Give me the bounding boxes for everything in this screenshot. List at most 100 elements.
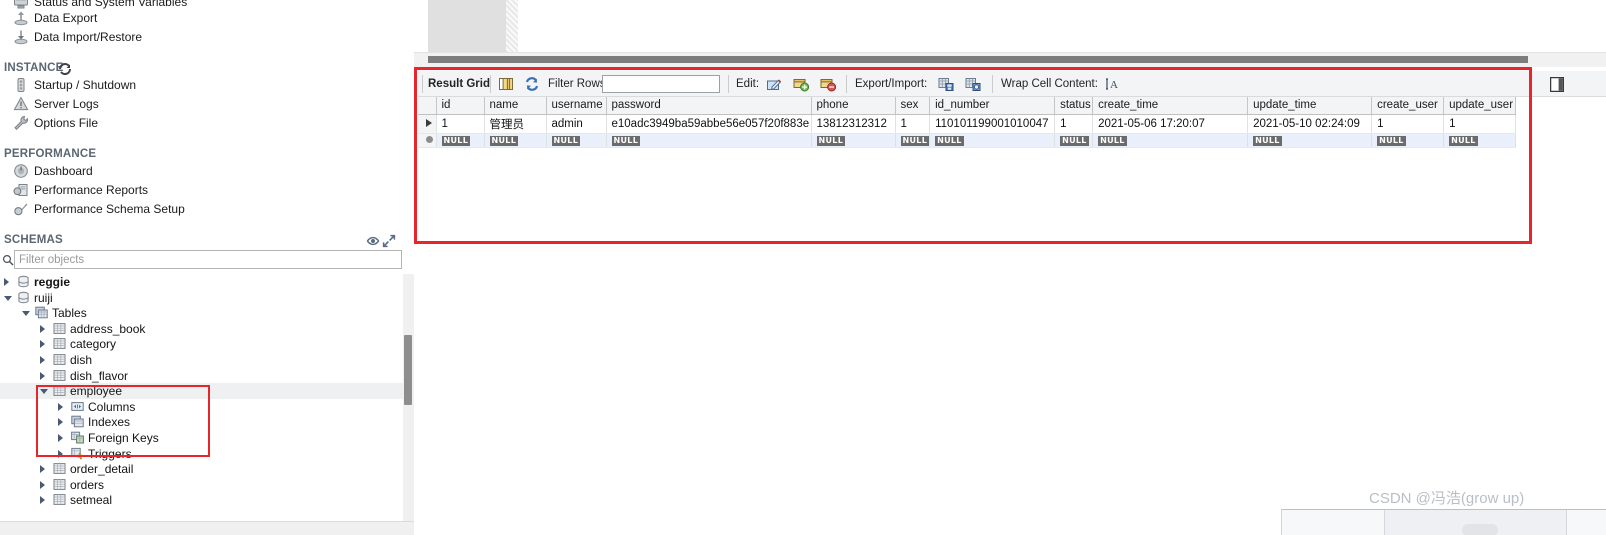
new-cell-phone[interactable]: NULL	[811, 133, 896, 148]
tree-item-setmeal[interactable]: setmeal	[0, 492, 403, 508]
column-header-create_user[interactable]: create_user	[1371, 97, 1445, 115]
chevron-right-icon[interactable]	[40, 324, 45, 333]
cell-update_user[interactable]: 1	[1443, 114, 1517, 134]
result-grid[interactable]: id name username password phone sex id_number s…	[418, 97, 1606, 148]
column-header-password[interactable]: password	[606, 97, 812, 115]
table-icon	[53, 478, 66, 491]
nav-item-startup-shutdown[interactable]: Startup / Shutdown	[0, 75, 414, 95]
new-cell-create_time[interactable]: NULL	[1092, 133, 1249, 148]
schema-inspector-icon[interactable]	[366, 233, 380, 247]
tree-item-dish[interactable]: dish	[0, 352, 403, 368]
sidebar-bottom-strip	[0, 521, 414, 535]
chevron-right-icon[interactable]	[40, 496, 45, 505]
column-header-name[interactable]: name	[484, 97, 547, 115]
new-cell-sex[interactable]: NULL	[895, 133, 931, 148]
expand-panel-icon[interactable]	[382, 233, 396, 248]
insert-row-icon[interactable]	[793, 76, 810, 92]
new-cell-name[interactable]: NULL	[484, 133, 547, 148]
import-recordset-icon[interactable]	[965, 76, 981, 92]
cell-create_time[interactable]: 2021-05-06 17:20:07	[1092, 114, 1249, 134]
tree-item-category[interactable]: category	[0, 336, 403, 352]
nav-item-data-export[interactable]: Data Export	[0, 8, 414, 28]
row-header-cell[interactable]	[418, 133, 437, 148]
tree-item-order-detail[interactable]: order_detail	[0, 461, 403, 477]
nav-item-server-logs[interactable]: Server Logs	[0, 94, 414, 114]
cell-sex[interactable]: 1	[895, 114, 931, 134]
nav-item-options-file[interactable]: Options File	[0, 113, 414, 133]
new-cell-password[interactable]: NULL	[606, 133, 812, 148]
search-icon	[2, 254, 14, 266]
nav-item-dashboard[interactable]: Dashboard	[0, 161, 414, 181]
nav-item-performance-schema-setup[interactable]: Performance Schema Setup	[0, 199, 414, 219]
refresh-icon[interactable]	[524, 76, 540, 92]
column-header-update_time[interactable]: update_time	[1247, 97, 1373, 115]
column-header-id_number[interactable]: id_number	[929, 97, 1056, 115]
cell-username[interactable]: admin	[546, 114, 607, 134]
sidebar-scrollbar-thumb[interactable]	[404, 335, 412, 405]
column-header-create_time[interactable]: create_time	[1092, 97, 1249, 115]
section-title: PERFORMANCE	[4, 148, 97, 160]
nav-label: Startup / Shutdown	[34, 78, 137, 92]
tree-item-tables[interactable]: Tables	[0, 305, 403, 321]
row-header-cell[interactable]	[418, 114, 437, 134]
result-grid-header-row: id name username password phone sex id_number s…	[418, 97, 1517, 115]
cell-name[interactable]: 管理员	[484, 114, 547, 134]
column-header-sex[interactable]: sex	[895, 97, 931, 115]
filter-rows-input[interactable]	[602, 75, 720, 93]
chevron-right-icon[interactable]	[4, 278, 9, 286]
nav-item-data-import-restore[interactable]: Data Import/Restore	[0, 27, 414, 47]
cell-phone[interactable]: 13812312312	[811, 114, 896, 134]
toggle-sidebar-icon[interactable]	[1549, 76, 1565, 93]
export-recordset-icon[interactable]	[938, 76, 954, 92]
tree-item-label: ruiji	[34, 290, 53, 305]
chevron-right-icon[interactable]	[40, 480, 45, 489]
tree-item-reggie[interactable]: reggie	[0, 274, 403, 290]
new-cell-id_number[interactable]: NULL	[929, 133, 1056, 148]
tree-item-dish-flavor[interactable]: dish_flavor	[0, 368, 403, 384]
new-record-row[interactable]: NULL NULL NULL NULL NULL NULL NULL NULL NULL NULL…	[418, 133, 1517, 148]
cell-create_user[interactable]: 1	[1371, 114, 1445, 134]
dashboard-icon	[13, 163, 29, 179]
tree-item-label: setmeal	[70, 493, 113, 508]
new-cell-username[interactable]: NULL	[546, 133, 607, 148]
chevron-right-icon[interactable]	[40, 340, 45, 349]
schema-filter-input[interactable]	[14, 250, 402, 269]
result-grid-label: Result Grid	[428, 78, 490, 90]
bottom-right-cell	[1567, 510, 1606, 535]
new-cell-update_time[interactable]: NULL	[1247, 133, 1373, 148]
cell-status[interactable]: 1	[1054, 114, 1094, 134]
table-row[interactable]: 1 管理员 admin e10adc3949ba59abbe56e057f20f883…	[418, 114, 1517, 134]
column-header-status[interactable]: status	[1054, 97, 1094, 115]
chevron-down-icon[interactable]	[4, 295, 12, 305]
cell-id[interactable]: 1	[436, 114, 485, 134]
new-cell-status[interactable]: NULL	[1054, 133, 1094, 148]
column-header-username[interactable]: username	[546, 97, 607, 115]
nav-item-performance-reports[interactable]: Performance Reports	[0, 180, 414, 200]
new-cell-id[interactable]: NULL	[436, 133, 485, 148]
null-badge: NULL	[489, 136, 519, 146]
cell-password[interactable]: e10adc3949ba59abbe56e057f20f883e	[606, 114, 812, 134]
delete-row-icon[interactable]	[820, 76, 837, 92]
tree-item-label: orders	[70, 477, 105, 492]
column-header-update_user[interactable]: update_user	[1443, 97, 1517, 115]
chevron-right-icon[interactable]	[40, 465, 45, 474]
editor-tab-chip[interactable]	[428, 0, 506, 52]
new-cell-update_user[interactable]: NULL	[1443, 133, 1517, 148]
editor-horizontal-scrollbar-thumb[interactable]	[428, 56, 1528, 63]
tree-item-ruiji[interactable]: ruiji	[0, 290, 403, 306]
chevron-down-icon[interactable]	[22, 311, 30, 320]
edit-pencil-icon[interactable]	[766, 76, 782, 92]
tree-item-orders[interactable]: orders	[0, 477, 403, 493]
chevron-right-icon[interactable]	[40, 356, 45, 364]
cell-update_time[interactable]: 2021-05-10 02:24:09	[1247, 114, 1373, 134]
column-header-id[interactable]: id	[436, 97, 485, 115]
tree-item-label: dish	[70, 353, 93, 367]
column-header-phone[interactable]: phone	[811, 97, 896, 115]
tree-item-address-book[interactable]: address_book	[0, 321, 403, 337]
instance-refresh-icon[interactable]	[58, 61, 72, 75]
chevron-right-icon[interactable]	[40, 371, 45, 380]
grid-view-icon[interactable]	[498, 76, 514, 92]
new-cell-create_user[interactable]: NULL	[1371, 133, 1445, 148]
wrap-cell-icon[interactable]: A	[1105, 76, 1121, 92]
cell-id_number[interactable]: 110101199001010047	[929, 114, 1056, 134]
